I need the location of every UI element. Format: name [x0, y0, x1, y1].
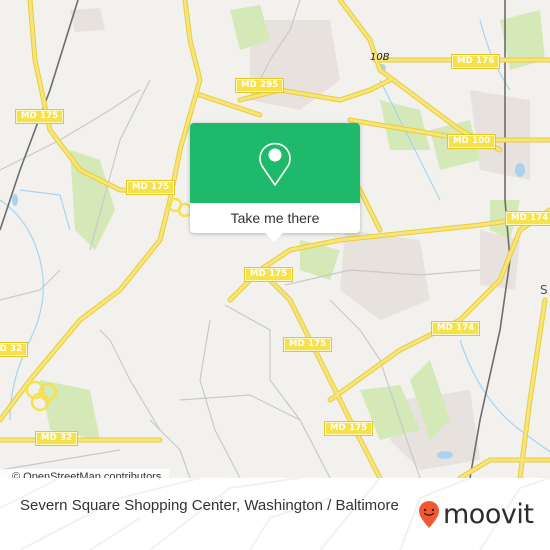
route-shield-md32: MD 32 — [0, 342, 29, 357]
map-attribution[interactable]: © OpenStreetMap contributors — [0, 469, 170, 478]
route-shield-md176: MD 176 — [450, 54, 501, 69]
route-shield-md32: MD 32 — [34, 431, 79, 446]
moovit-logo[interactable]: moovit — [418, 499, 534, 530]
location-pin-icon — [259, 142, 291, 186]
location-title: Severn Square Shopping Center, Washingto… — [20, 497, 399, 514]
route-shield-md174: MD 174 — [504, 211, 550, 226]
route-shield-md175: MD 175 — [125, 180, 176, 195]
route-shield-md175: MD 175 — [14, 109, 65, 124]
take-me-there-button[interactable]: Take me there — [190, 203, 360, 233]
footer: Severn Square Shopping Center, Washingto… — [0, 478, 550, 550]
location-popup[interactable]: Take me there — [190, 123, 360, 242]
popup-header — [190, 123, 360, 203]
map-view[interactable]: MD 295 MD 176 MD 175 MD 175 MD 100 MD 17… — [0, 0, 550, 478]
popup-pointer — [265, 233, 283, 242]
route-shield-md174: MD 174 — [430, 321, 481, 336]
route-shield-md100: MD 100 — [446, 134, 497, 149]
moovit-wordmark: moovit — [443, 499, 534, 530]
moovit-pin-icon — [419, 501, 439, 528]
route-shield-md175: MD 175 — [323, 421, 374, 436]
place-label: S — [540, 283, 548, 297]
residential-areas — [70, 8, 530, 470]
route-shield-md175: MD 175 — [243, 267, 294, 282]
exit-label: 10B — [370, 52, 390, 63]
route-shield-md175: MD 175 — [282, 337, 333, 352]
route-shield-md295: MD 295 — [234, 78, 285, 93]
interchange-loops — [25, 197, 193, 412]
